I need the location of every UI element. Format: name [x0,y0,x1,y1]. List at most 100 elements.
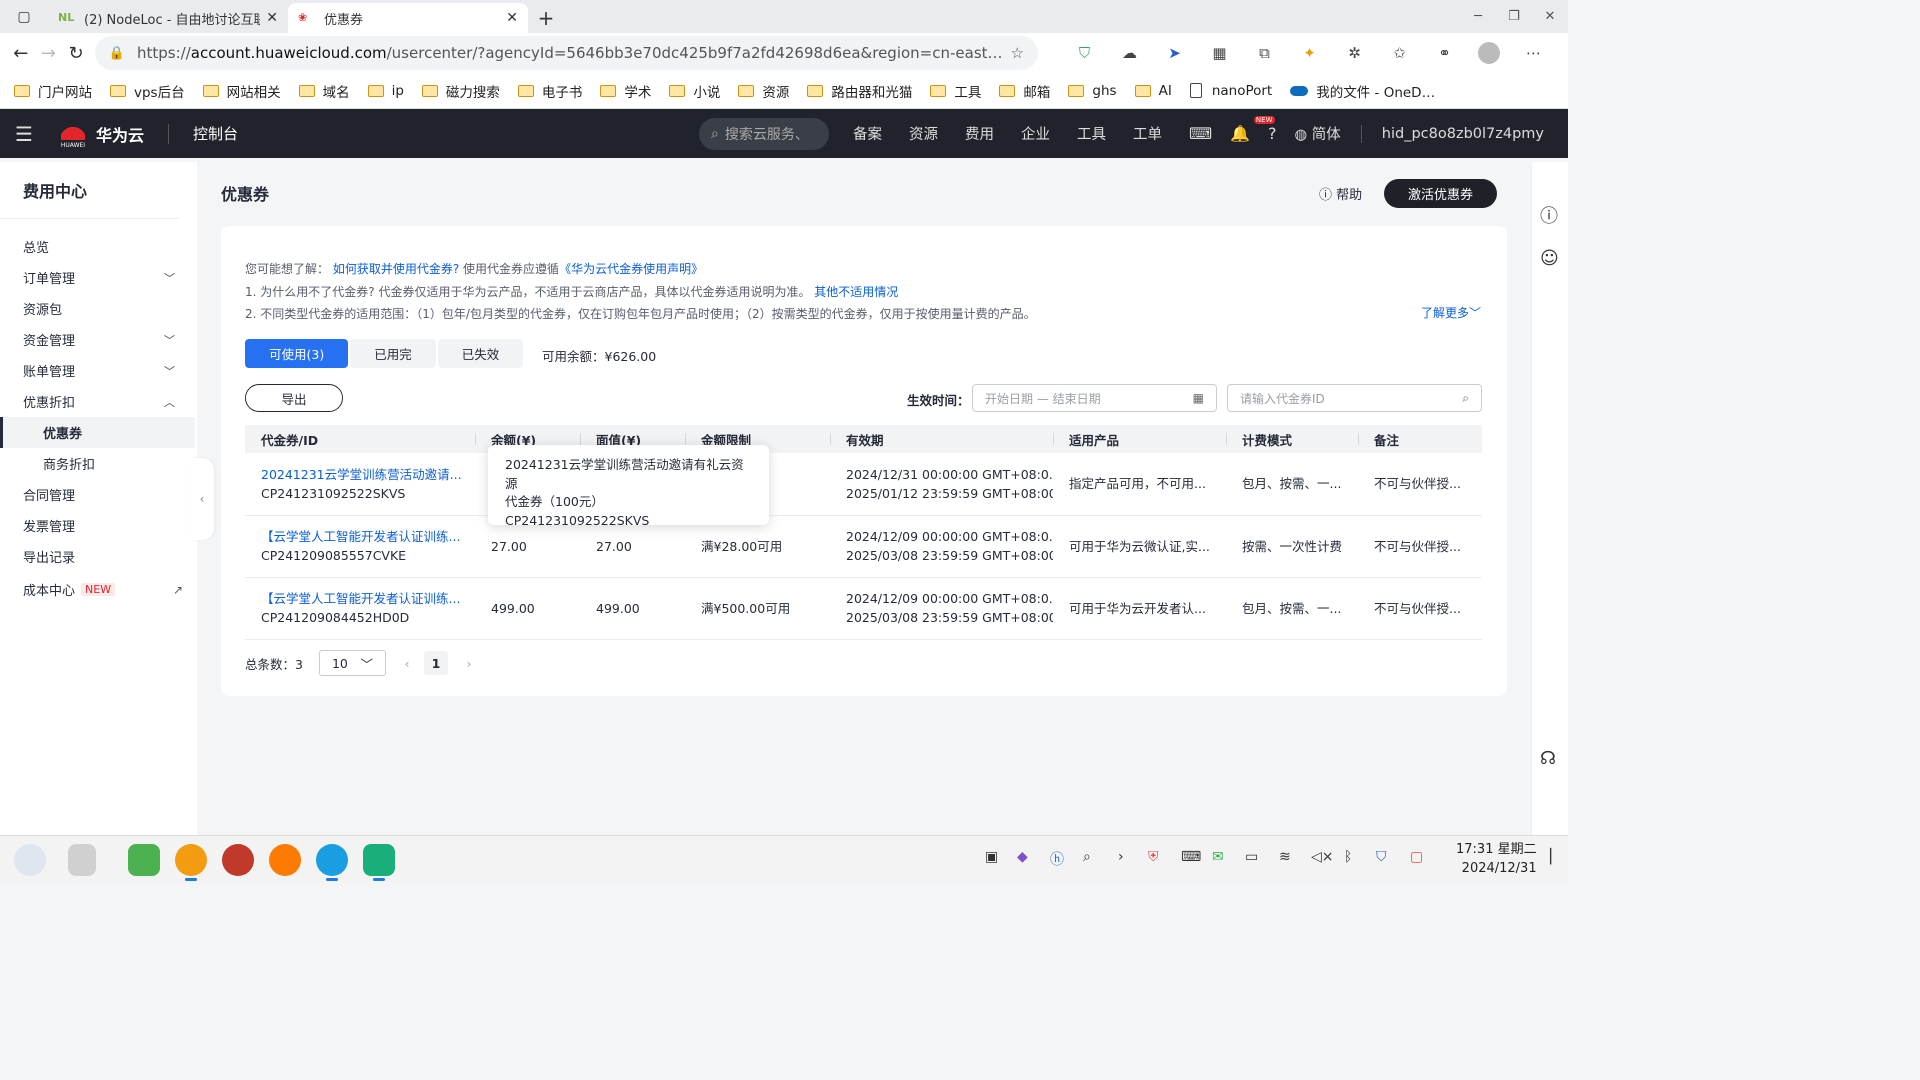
coupon-statement-link[interactable]: 《华为云代金券使用声明》 [559,262,703,276]
favorites-icon[interactable]: ✩ [1377,44,1422,62]
chat-app-icon[interactable] [128,844,160,876]
bell-icon[interactable]: 🔔 [1230,124,1250,143]
restore-icon[interactable]: ❐ [1496,0,1532,33]
bookmark-folder[interactable]: 学术 [600,81,651,101]
help-circle-icon[interactable]: ⓘ [1540,202,1558,228]
bookmark-folder[interactable]: vps后台 [110,81,185,101]
browser-tab-nodeloc[interactable]: NL (2) NodeLoc - 自由地讨论互联 ✕ [48,3,288,33]
header-menu-item[interactable]: 费用 [965,123,994,144]
search-icon[interactable]: ⌕ [1083,849,1091,865]
header-menu-item[interactable]: 企业 [1021,123,1050,144]
header-menu-item[interactable]: 资源 [909,123,938,144]
header-menu-item[interactable]: 工单 [1133,123,1162,144]
sidebar-item-funds[interactable]: 资金管理 ﹀ [0,324,197,355]
bookmark-folder[interactable]: 资源 [738,81,789,101]
close-icon[interactable]: ✕ [266,10,278,26]
wechat-icon[interactable]: ✉ [1212,849,1224,865]
language-switch[interactable]: ◍ 简体 [1295,123,1341,144]
back-button[interactable]: ← [12,36,30,70]
help-link[interactable]: ⓘ 帮助 [1319,184,1362,203]
clock[interactable]: 17:31 星期二 2024/12/31 [1456,840,1537,878]
bookmark-folder[interactable]: 域名 [298,81,350,101]
date-range-picker[interactable]: 开始日期 — 结束日期 ▦ [972,384,1217,412]
coupon-name-link[interactable]: 【云学堂人工智能开发者认证训练... [261,589,475,608]
how-to-get-coupon-link[interactable]: 如何获取并使用代金券? [333,262,459,276]
sidebar-item-discounts[interactable]: 优惠折扣 ︿ [0,386,197,417]
close-window-icon[interactable]: ✕ [1532,0,1568,33]
collections-icon[interactable]: ⧉ [1242,44,1287,62]
sidebar-item-contracts[interactable]: 合同管理 [0,479,197,510]
page-size-select[interactable]: 10 ﹀ [318,650,386,676]
shield-extension-icon[interactable]: ⛉ [1062,44,1107,62]
bookmark-folder[interactable]: 门户网站 [14,81,92,101]
sidebar-item-invoices[interactable]: 发票管理 [0,510,197,541]
bookmark-folder[interactable]: 电子书 [517,81,582,101]
sidebar-item-export-records[interactable]: 导出记录 [0,541,197,572]
bookmark-folder[interactable]: 小说 [669,81,720,101]
show-desktop-icon[interactable]: ▏ [1550,849,1561,865]
sidebar-item-business-discounts[interactable]: 商务折扣 [0,448,197,479]
security-shield-icon[interactable]: ⛨ [1148,849,1159,865]
bookmark-folder[interactable]: ghs [1068,83,1117,99]
customer-service-icon[interactable]: ☊ [1540,748,1556,769]
new-tab-button[interactable]: + [528,3,564,33]
launcher-icon[interactable] [14,844,46,876]
url-field[interactable]: 🔒 https://account.huaweicloud.com/userce… [94,36,1038,70]
bookmark-folder[interactable]: ip [367,83,404,99]
honey-extension-icon[interactable]: ✦ [1287,44,1332,62]
favorite-star-icon[interactable]: ☆ [1011,44,1024,62]
user-account[interactable]: hid_pc8o8zb0l7z4pmy [1382,126,1544,142]
minimize-icon[interactable]: ─ [1460,0,1496,33]
cloud-service-search[interactable]: ⌕ 搜索云服务、 [699,117,829,150]
prev-page-icon[interactable]: ‹ [400,656,414,671]
next-page-icon[interactable]: › [462,656,476,671]
bookmark-link[interactable]: nanoPort [1189,83,1272,99]
sidebar-item-bills[interactable]: 账单管理 ﹀ [0,355,197,386]
bookmark-folder[interactable]: 工具 [930,81,981,101]
learn-more-link[interactable]: 了解更多﹀ [1421,304,1481,321]
huawei-cloud-logo[interactable]: HUAWEI 华为云 [58,119,144,149]
sidebar-item-resource-packages[interactable]: 资源包 [0,293,197,324]
export-button[interactable]: 导出 [245,384,343,412]
bookmark-folder[interactable]: AI [1134,83,1172,99]
lock-icon[interactable]: 🔒 [109,46,125,61]
wifi-icon[interactable]: ≋ [1279,849,1291,865]
tab-actions-icon[interactable]: ▢ [0,0,48,33]
coupon-name-link[interactable]: 【云学堂人工智能开发者认证训练... [261,527,475,546]
sheets-app-icon[interactable] [363,844,395,876]
file-manager-icon[interactable] [175,844,207,876]
other-exclusions-link[interactable]: 其他不适用情况 [814,285,898,299]
bookmark-folder[interactable]: 路由器和光猫 [807,81,912,101]
sidebar-item-overview[interactable]: 总览 [0,231,197,262]
cloud-extension-icon[interactable]: ☁ [1107,44,1152,62]
console-link[interactable]: 控制台 [193,123,238,144]
firefox-icon[interactable] [269,844,301,876]
header-menu-item[interactable]: 备案 [853,123,882,144]
activate-coupon-button[interactable]: 激活优惠券 [1384,179,1497,208]
bookmark-link[interactable]: 我的文件 - OneD… [1290,81,1435,101]
keyboard-icon[interactable]: ⌨ [1181,849,1201,865]
notification-icon[interactable]: ▢ [1410,849,1423,865]
terminal-icon[interactable]: ⌨ [1189,124,1212,143]
tray-app-icon[interactable]: ◆ [1017,849,1028,865]
browser-tab-coupons[interactable]: ❀ 优惠券 ✕ [288,3,528,33]
battery-icon[interactable]: ▭ [1245,849,1258,865]
coupon-name-link[interactable]: 20241231云学堂训练营活动邀请... [261,465,475,484]
task-view-icon[interactable] [68,844,96,876]
bookmark-folder[interactable]: 网站相关 [202,81,281,101]
puzzle-extensions-icon[interactable]: ✲ [1332,44,1377,62]
search-icon[interactable]: ⌕ [1462,391,1469,406]
grid-extension-icon[interactable]: ▦ [1197,44,1242,62]
current-page[interactable]: 1 [423,651,448,675]
chevron-right-icon[interactable]: › [1118,849,1124,865]
bluetooth-icon[interactable]: ᛒ [1344,849,1352,865]
bookmark-folder[interactable]: 磁力搜索 [421,81,500,101]
forward-button[interactable]: → [40,36,58,70]
profile-avatar[interactable] [1477,42,1500,64]
sidebar-item-coupons[interactable]: 优惠券 [0,417,195,448]
mute-icon[interactable]: ◁× [1311,849,1334,865]
feedback-smiley-icon[interactable]: ☺ [1540,248,1559,269]
sidebar-item-orders[interactable]: 订单管理 ﹀ [0,262,197,293]
huawei-app-icon[interactable] [222,844,254,876]
close-icon[interactable]: ✕ [506,10,518,26]
